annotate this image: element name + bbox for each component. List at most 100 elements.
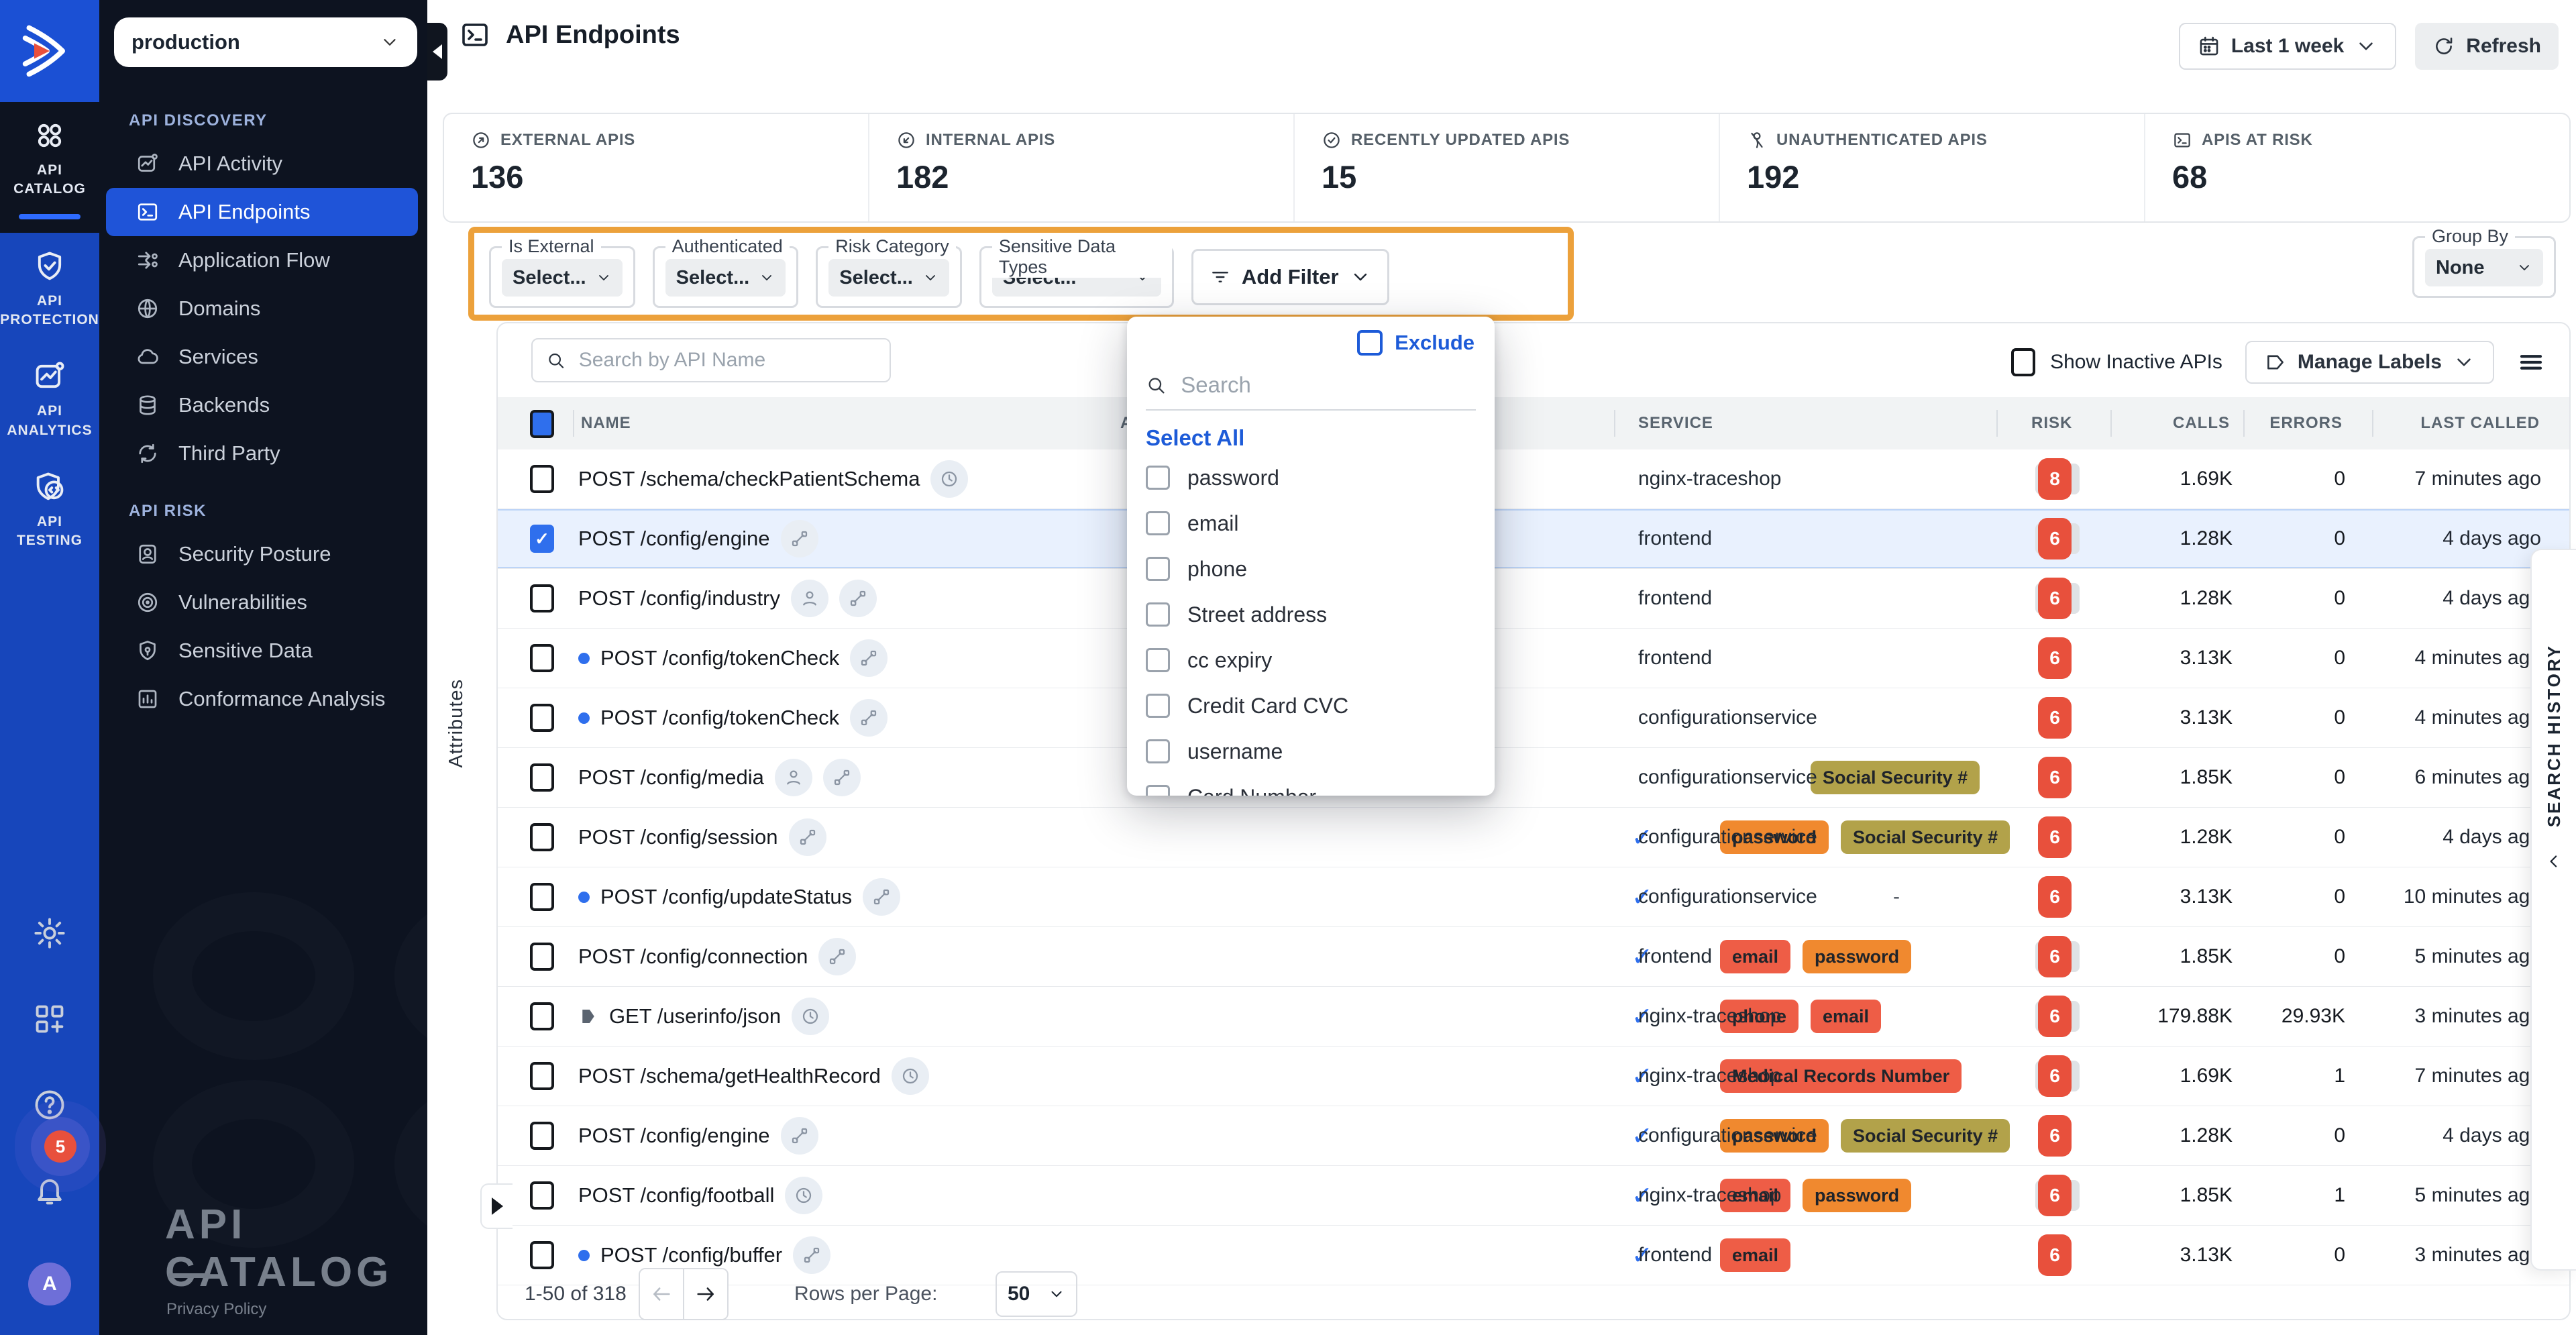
option-checkbox[interactable]	[1146, 557, 1170, 581]
attributes-expand-button[interactable]	[480, 1183, 513, 1229]
option-checkbox[interactable]	[1146, 602, 1170, 627]
endpoint-name-cell[interactable]: POST /schema/getHealthRecord	[578, 1047, 929, 1106]
table-row[interactable]: POST /config/mediaSocial Security #confi…	[498, 748, 2569, 808]
dropdown-option-street-address[interactable]: Street address	[1127, 592, 1495, 637]
dropdown-search[interactable]	[1146, 372, 1476, 411]
risk-score-badge[interactable]: 6	[2038, 1175, 2072, 1216]
row-checkbox[interactable]	[530, 883, 554, 911]
option-checkbox[interactable]	[1146, 739, 1170, 763]
sidebar-item-sensitive-data[interactable]: Sensitive Data	[106, 627, 418, 675]
row-checkbox[interactable]	[530, 704, 554, 732]
gear-icon[interactable]	[32, 916, 67, 951]
table-row[interactable]: POST /config/updateStatus✓-configuration…	[498, 867, 2569, 927]
row-checkbox[interactable]	[530, 1002, 554, 1030]
row-checkbox[interactable]: ✓	[530, 525, 554, 553]
sidebar-item-security-posture[interactable]: Security Posture	[106, 530, 418, 578]
row-checkbox[interactable]	[530, 943, 554, 971]
api-name-search[interactable]	[531, 338, 891, 382]
col-errors[interactable]: ERRORS	[2269, 414, 2343, 433]
option-checkbox[interactable]	[1146, 694, 1170, 718]
brand-logo[interactable]	[0, 0, 99, 102]
dropdown-option-email[interactable]: email	[1127, 500, 1495, 546]
risk-score-badge[interactable]: 6	[2038, 996, 2072, 1037]
endpoint-name-cell[interactable]: POST /config/industry	[578, 569, 877, 628]
risk-score-badge[interactable]: 8	[2038, 458, 2072, 500]
table-row[interactable]: POST /config/football✓emailpassword+1ngi…	[498, 1166, 2569, 1226]
select-all-link[interactable]: Select All	[1146, 425, 1476, 451]
risk-score-badge[interactable]: 6	[2038, 936, 2072, 977]
notifications-button[interactable]: 5	[32, 1173, 67, 1212]
rail-item-api-testing[interactable]: APITESTING	[0, 453, 99, 564]
sidebar-item-services[interactable]: Services	[106, 333, 418, 381]
rail-item-api-protection[interactable]: APIPROTECTION	[0, 233, 99, 343]
prev-page-button[interactable]	[640, 1269, 684, 1319]
endpoint-name-cell[interactable]: POST /config/football	[578, 1166, 822, 1225]
sidebar-item-third-party[interactable]: Third Party	[106, 429, 418, 478]
col-service[interactable]: SERVICE	[1638, 414, 1713, 433]
risk-score-badge[interactable]: 6	[2038, 816, 2072, 858]
table-row[interactable]: POST /schema/checkPatientSchema+3nginx-t…	[498, 449, 2569, 509]
risk-score-badge[interactable]: 6	[2038, 757, 2072, 798]
dropdown-option-card-number[interactable]: Card Number	[1127, 774, 1495, 796]
table-row[interactable]: POST /config/tokenCheckfrontend63.13K04 …	[498, 629, 2569, 688]
dropdown-option-username[interactable]: username	[1127, 729, 1495, 774]
risk-score-badge[interactable]: 6	[2038, 697, 2072, 739]
endpoint-name-cell[interactable]: POST /config/engine	[578, 509, 818, 568]
dropdown-option-cc-expiry[interactable]: cc expiry	[1127, 637, 1495, 683]
rail-item-api-catalog[interactable]: APICATALOG	[0, 102, 99, 233]
search-history-panel[interactable]: SEARCH HISTORY	[2530, 549, 2576, 1271]
table-row[interactable]: POST /config/engine✓passwordSocial Secur…	[498, 1106, 2569, 1166]
risk-score-badge[interactable]: 6	[2038, 518, 2072, 559]
row-checkbox[interactable]	[530, 1122, 554, 1150]
sidebar-item-conformance-analysis[interactable]: Conformance Analysis	[106, 675, 418, 723]
endpoint-name-cell[interactable]: POST /config/tokenCheck	[578, 629, 888, 688]
table-row[interactable]: POST /config/tokenCheckconfigurationserv…	[498, 688, 2569, 748]
dropdown-option-phone[interactable]: phone	[1127, 546, 1495, 592]
sidebar-item-backends[interactable]: Backends	[106, 381, 418, 429]
col-risk[interactable]: RISK	[2031, 414, 2072, 433]
option-checkbox[interactable]	[1146, 648, 1170, 672]
dropdown-search-input[interactable]	[1179, 372, 1476, 398]
endpoint-name-cell[interactable]: POST /config/connection	[578, 927, 856, 986]
endpoint-name-cell[interactable]: GET /userinfo/json	[578, 987, 829, 1046]
row-checkbox[interactable]	[530, 644, 554, 672]
sidebar-collapse-button[interactable]	[427, 23, 447, 81]
col-last-called[interactable]: LAST CALLED	[2420, 414, 2540, 433]
option-checkbox[interactable]	[1146, 466, 1170, 490]
col-calls[interactable]: CALLS	[2173, 414, 2230, 433]
filter-select[interactable]: Select...	[665, 259, 786, 297]
row-checkbox[interactable]	[530, 1181, 554, 1210]
risk-score-badge[interactable]: 6	[2038, 637, 2072, 679]
option-checkbox[interactable]	[1146, 511, 1170, 535]
apps-plus-icon[interactable]	[32, 1002, 67, 1036]
table-row[interactable]: POST /schema/getHealthRecord✓Medical Rec…	[498, 1047, 2569, 1106]
sidebar-item-api-activity[interactable]: API Activity	[106, 140, 418, 188]
sidebar-item-api-endpoints[interactable]: API Endpoints	[106, 188, 418, 236]
api-name-search-input[interactable]	[578, 348, 876, 372]
endpoint-name-cell[interactable]: POST /schema/checkPatientSchema	[578, 449, 968, 509]
manage-labels-button[interactable]: Manage Labels	[2245, 341, 2494, 384]
risk-score-badge[interactable]: 6	[2038, 1115, 2072, 1157]
next-page-button[interactable]	[684, 1269, 727, 1319]
endpoint-name-cell[interactable]: POST /config/tokenCheck	[578, 688, 888, 747]
table-row[interactable]: ✓POST /config/engine+1frontend61.28K04 d…	[498, 509, 2569, 569]
row-checkbox[interactable]	[530, 763, 554, 792]
show-inactive-checkbox[interactable]	[2011, 348, 2035, 376]
add-filter-button[interactable]: Add Filter	[1191, 249, 1389, 305]
row-checkbox[interactable]	[530, 1062, 554, 1090]
select-all-checkbox[interactable]	[530, 410, 554, 438]
row-checkbox[interactable]	[530, 1241, 554, 1269]
exclude-checkbox[interactable]	[1357, 330, 1383, 356]
filter-select[interactable]: Select...	[502, 259, 623, 297]
sidebar-item-domains[interactable]: Domains	[106, 284, 418, 333]
endpoint-name-cell[interactable]: POST /config/media	[578, 748, 861, 807]
table-row[interactable]: POST /config/session✓passwordSocial Secu…	[498, 808, 2569, 867]
table-row[interactable]: GET /userinfo/json✓phoneemail+3nginx-tra…	[498, 987, 2569, 1047]
group-by-select[interactable]: None	[2425, 249, 2543, 286]
help-icon[interactable]	[32, 1087, 67, 1122]
time-range-select[interactable]: Last 1 week	[2179, 23, 2396, 70]
row-checkbox[interactable]	[530, 823, 554, 851]
user-avatar[interactable]: A	[28, 1263, 71, 1305]
risk-score-badge[interactable]: 6	[2038, 1055, 2072, 1097]
privacy-policy-link[interactable]: Privacy Policy	[166, 1300, 266, 1319]
